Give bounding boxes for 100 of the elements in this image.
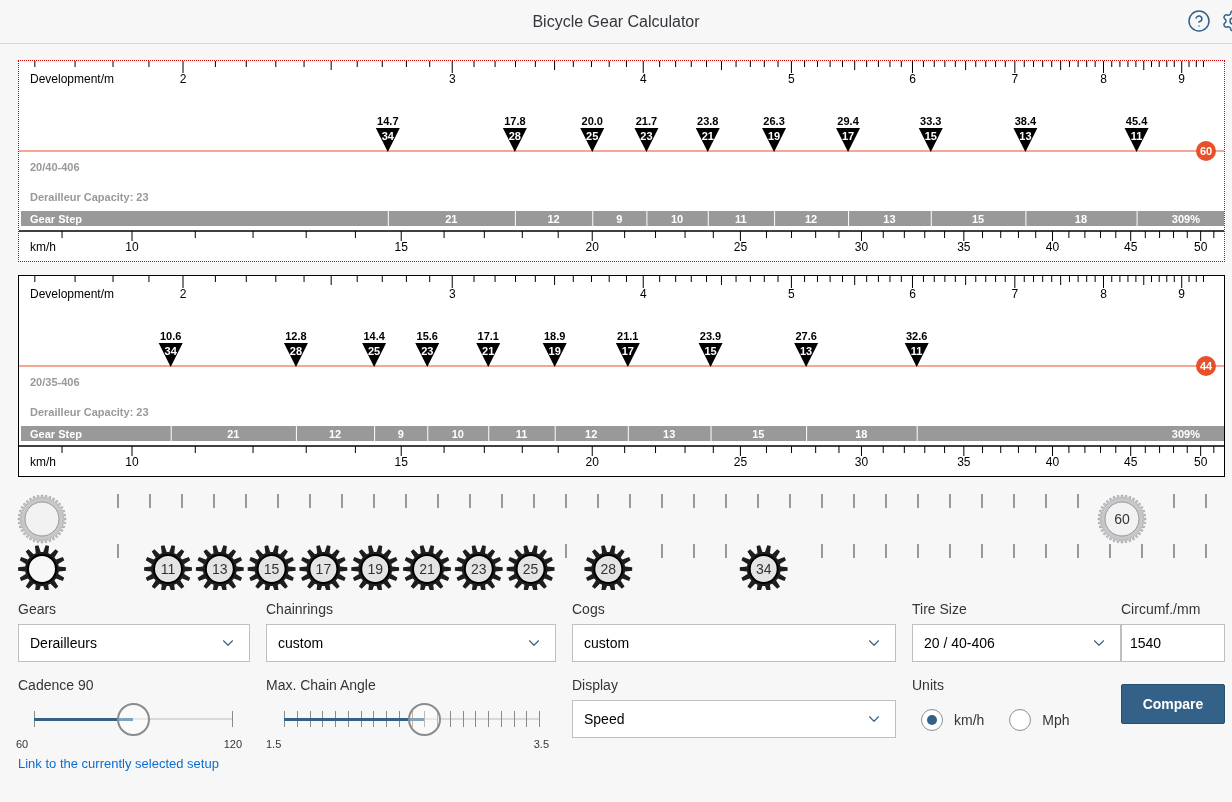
gear-marker[interactable]: 28 xyxy=(502,128,527,152)
slider-min: 1.5 xyxy=(266,738,282,750)
chainring-badge: 60 xyxy=(1196,141,1216,161)
gear-marker[interactable]: 25 xyxy=(362,343,387,367)
tick-label: 5 xyxy=(788,287,795,301)
gear-marker[interactable]: 23 xyxy=(634,128,659,152)
tick-label: 20 xyxy=(585,455,599,469)
cog-icon[interactable] xyxy=(403,545,451,590)
speed-label: 17.1 xyxy=(477,330,499,342)
gear-chart-panel[interactable] xyxy=(18,275,1225,477)
tick-label: 6 xyxy=(909,287,916,301)
gear-marker[interactable]: 11 xyxy=(904,343,929,367)
speed-label: 45.4 xyxy=(1125,115,1148,127)
dropdown[interactable]: Derailleurs xyxy=(18,624,250,662)
speed-label: 20.0 xyxy=(581,115,603,127)
gear-marker[interactable]: 23 xyxy=(415,343,440,367)
cog-icon[interactable] xyxy=(506,545,555,590)
slider-min: 60 xyxy=(16,738,29,750)
compare-button[interactable]: Compare xyxy=(1121,684,1225,724)
cog-teeth: 21 xyxy=(419,561,435,577)
field-label: Tire Size xyxy=(912,600,968,619)
gear-step-segment: 309% xyxy=(917,426,1224,441)
tick-label: 40 xyxy=(1045,455,1060,469)
gear-step-segment: 9 xyxy=(375,426,428,441)
gear-marker[interactable]: 21 xyxy=(695,128,720,152)
tick-label: 40 xyxy=(1045,240,1060,254)
gear-marker[interactable]: 13 xyxy=(1013,128,1038,152)
gear-step-segment: 12 xyxy=(515,211,593,226)
tick-label: 15 xyxy=(394,455,408,469)
tick-label: 6 xyxy=(909,72,916,86)
gear-marker[interactable]: 21 xyxy=(476,343,501,367)
cog-teeth: 25 xyxy=(522,561,539,577)
gear-step-segment: 18 xyxy=(1026,211,1137,226)
axis-label: km/h xyxy=(30,455,56,469)
tick-label: 30 xyxy=(854,455,869,469)
dropdown[interactable]: Speed xyxy=(572,700,896,738)
gear-marker[interactable]: 25 xyxy=(580,128,605,152)
field-label: Gears xyxy=(18,600,58,619)
axis-label: Development/m xyxy=(30,287,115,301)
gear-step-segment: 11 xyxy=(489,426,555,441)
cog-icon[interactable] xyxy=(454,545,503,590)
tire-label: 20/35-406 xyxy=(30,376,80,388)
capacity-label: Derailleur Capacity: 23 xyxy=(30,191,149,203)
axis-label: km/h xyxy=(30,240,56,254)
gear-marker[interactable]: 13 xyxy=(794,343,819,367)
speed-label: 21.1 xyxy=(617,330,639,342)
speed-label: 23.8 xyxy=(697,115,719,127)
tick-label: 9 xyxy=(1178,72,1186,86)
gear-marker[interactable]: 19 xyxy=(762,128,787,152)
cog-icon[interactable] xyxy=(351,545,400,590)
slider-thumb[interactable] xyxy=(117,703,150,736)
cog-icon[interactable] xyxy=(739,545,788,590)
dropdown[interactable]: 20 / 40-406 xyxy=(912,624,1121,662)
gear-chart-panel[interactable] xyxy=(18,60,1225,262)
cog-icon[interactable] xyxy=(144,545,192,590)
gear-step-segment: Gear Step xyxy=(21,426,171,441)
tick-label: 20 xyxy=(585,240,599,254)
tick-label: 45 xyxy=(1124,455,1138,469)
gear-marker[interactable]: 17 xyxy=(836,128,861,152)
gear-step-segment: 15 xyxy=(931,211,1026,226)
dropdown[interactable]: custom xyxy=(266,624,556,662)
cog-icon[interactable] xyxy=(299,545,348,590)
gear-step-segment: 309% xyxy=(1137,211,1224,226)
setup-link[interactable]: Link to the currently selected setup xyxy=(18,756,219,771)
cog-icon[interactable] xyxy=(584,545,633,590)
cog-icon[interactable] xyxy=(247,545,296,590)
gear-step-segment: 18 xyxy=(807,426,917,441)
input-field[interactable]: 1540 xyxy=(1121,624,1225,662)
gear-marker[interactable]: 11 xyxy=(1124,128,1149,152)
radio-button[interactable] xyxy=(921,709,943,731)
gear-marker[interactable]: 15 xyxy=(698,343,723,367)
gear-marker[interactable]: 34 xyxy=(375,128,400,152)
tick-label: 7 xyxy=(1011,72,1019,86)
gear-marker[interactable]: 15 xyxy=(918,128,943,152)
tick-label: 8 xyxy=(1100,287,1107,301)
field-label: Cogs xyxy=(572,600,606,619)
radio-button[interactable] xyxy=(1009,709,1032,731)
gear-step-segment: 12 xyxy=(555,426,628,441)
chainring-icon[interactable] xyxy=(1097,494,1147,544)
tick-label: 8 xyxy=(1100,72,1107,86)
gear-marker[interactable]: 19 xyxy=(542,343,567,367)
speed-label: 17.8 xyxy=(504,115,526,127)
cog-icon[interactable] xyxy=(195,545,244,590)
tick-label: 35 xyxy=(957,455,971,469)
capacity-label: Derailleur Capacity: 23 xyxy=(30,406,149,418)
empty-cog-icon[interactable] xyxy=(18,545,66,590)
field-label: Cadence 90 xyxy=(18,676,95,695)
gear-marker[interactable]: 34 xyxy=(158,343,183,367)
help-icon[interactable] xyxy=(1187,9,1211,33)
gear-marker[interactable]: 17 xyxy=(615,343,640,367)
gear-step-segment: 9 xyxy=(593,211,647,226)
slider-thumb[interactable] xyxy=(408,703,442,736)
speed-label: 23.9 xyxy=(699,330,722,342)
axis-label: Development/m xyxy=(30,72,115,86)
tick-label: 10 xyxy=(125,455,139,469)
field-label: Max. Chain Angle xyxy=(266,676,377,695)
gear-step-segment: 15 xyxy=(711,426,807,441)
gear-marker[interactable]: 28 xyxy=(283,343,308,367)
dropdown[interactable]: custom xyxy=(572,624,896,662)
speed-label: 14.4 xyxy=(363,330,385,342)
